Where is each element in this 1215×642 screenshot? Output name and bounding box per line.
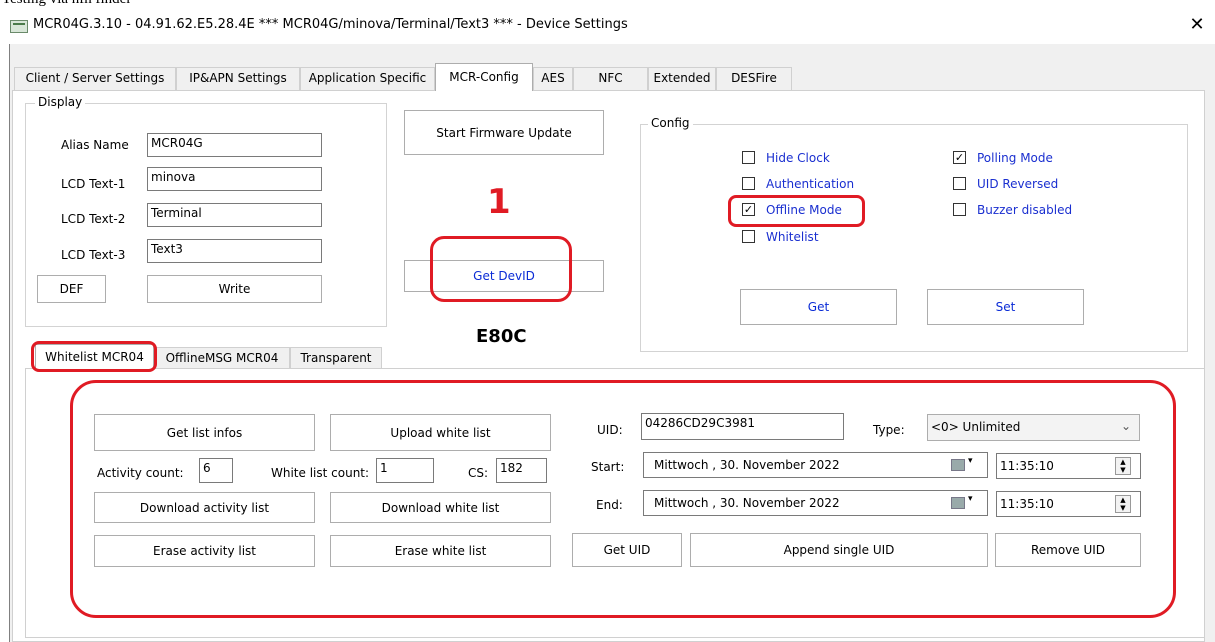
tab-offlinemsg-mcr04[interactable]: OfflineMSG MCR04 <box>154 347 290 369</box>
devid-highlight <box>430 236 572 302</box>
buzzer-disabled-checkbox[interactable] <box>953 203 966 216</box>
tab-aes[interactable]: AES <box>533 67 573 90</box>
config-group-label: Config <box>648 116 693 130</box>
uid-reversed-checkbox[interactable] <box>953 177 966 190</box>
whitelist-tab-highlight <box>31 341 157 372</box>
type-dropdown-value: <0> Unlimited <box>931 420 1021 434</box>
chevron-down-icon: ⌄ <box>1120 419 1131 433</box>
write-button[interactable]: Write <box>147 275 322 303</box>
uid-field[interactable]: 04286CD29C3981 <box>641 413 844 440</box>
type-label: Type: <box>873 423 905 437</box>
lcd-text-1-field[interactable]: minova <box>147 167 322 191</box>
whitelist-checkbox[interactable] <box>742 230 755 243</box>
dropdown-arrow-icon: ▾ <box>968 494 973 504</box>
append-single-uid-button[interactable]: Append single UID <box>690 533 988 567</box>
authentication-label: Authentication <box>766 177 855 191</box>
lcd-text-3-label: LCD Text-3 <box>61 248 126 262</box>
lcd-text-3-field[interactable]: Text3 <box>147 239 322 263</box>
start-label: Start: <box>591 460 625 474</box>
end-time-spinner-icon[interactable]: ▲ ▼ <box>1115 495 1131 513</box>
config-get-button[interactable]: Get <box>740 289 897 325</box>
polling-mode-checkbox[interactable]: ✓ <box>953 151 966 164</box>
uid-reversed-label: UID Reversed <box>977 177 1059 191</box>
authentication-checkbox[interactable] <box>742 177 755 190</box>
start-time-value: 11:35:10 <box>1000 459 1054 473</box>
polling-mode-label: Polling Mode <box>977 151 1053 165</box>
config-set-button[interactable]: Set <box>927 289 1084 325</box>
tab-application-specific[interactable]: Application Specific <box>300 67 435 90</box>
def-button[interactable]: DEF <box>37 275 106 303</box>
white-list-count-label: White list count: <box>271 466 370 480</box>
offline-mode-highlight <box>728 195 865 227</box>
get-list-infos-button[interactable]: Get list infos <box>94 414 315 451</box>
type-dropdown[interactable]: <0> Unlimited ⌄ <box>927 414 1140 441</box>
window-border <box>9 44 10 642</box>
whitelist-label: Whitelist <box>766 230 819 244</box>
window-title: MCR04G.3.10 - 04.91.62.E5.28.4E *** MCR0… <box>33 17 628 32</box>
lcd-text-1-label: LCD Text-1 <box>61 177 126 191</box>
lcd-text-2-label: LCD Text-2 <box>61 212 126 226</box>
erase-activity-list-button[interactable]: Erase activity list <box>94 535 315 567</box>
annotation-number: 1 <box>487 182 511 222</box>
app-window-icon <box>10 20 28 33</box>
tab-extended[interactable]: Extended <box>648 67 716 90</box>
uid-label: UID: <box>597 423 623 437</box>
activity-count-label: Activity count: <box>97 466 184 480</box>
cs-field[interactable]: 182 <box>496 458 547 483</box>
page-caption: Testing via nfh finder <box>2 0 131 8</box>
upload-white-list-button[interactable]: Upload white list <box>330 414 551 451</box>
dropdown-arrow-icon: ▾ <box>968 456 973 466</box>
devid-value: E80C <box>476 326 527 347</box>
start-time-spinner-icon[interactable]: ▲ ▼ <box>1115 457 1131 475</box>
lcd-text-2-field[interactable]: Terminal <box>147 203 322 227</box>
config-group <box>640 124 1188 352</box>
tab-transparent[interactable]: Transparent <box>290 347 382 369</box>
buzzer-disabled-label: Buzzer disabled <box>977 203 1073 217</box>
remove-uid-button[interactable]: Remove UID <box>995 533 1141 567</box>
download-activity-list-button[interactable]: Download activity list <box>94 492 315 523</box>
tab-ip-apn-settings[interactable]: IP&APN Settings <box>176 67 300 90</box>
tab-mcr-config[interactable]: MCR-Config <box>435 63 533 91</box>
activity-count-field[interactable]: 6 <box>199 458 233 483</box>
start-date-picker[interactable]: Mittwoch , 30. November 2022 <box>643 452 988 478</box>
alias-name-field[interactable]: MCR04G <box>147 133 322 157</box>
hide-clock-label: Hide Clock <box>766 151 830 165</box>
start-firmware-update-button[interactable]: Start Firmware Update <box>404 110 604 155</box>
end-date-value: Mittwoch , 30. November 2022 <box>654 496 840 510</box>
hide-clock-checkbox[interactable] <box>742 151 755 164</box>
tab-desfire[interactable]: DESFire <box>716 67 792 90</box>
erase-white-list-button[interactable]: Erase white list <box>330 535 551 567</box>
calendar-icon[interactable] <box>951 459 965 471</box>
white-list-count-field[interactable]: 1 <box>376 458 434 483</box>
tab-nfc[interactable]: NFC <box>573 67 648 90</box>
display-group-label: Display <box>35 95 86 109</box>
close-icon[interactable]: ✕ <box>1185 13 1209 37</box>
get-uid-button[interactable]: Get UID <box>572 533 682 567</box>
start-date-value: Mittwoch , 30. November 2022 <box>654 458 840 472</box>
end-label: End: <box>596 498 623 512</box>
alias-name-label: Alias Name <box>61 138 129 152</box>
end-date-picker[interactable]: Mittwoch , 30. November 2022 <box>643 490 988 516</box>
calendar-icon[interactable] <box>951 497 965 509</box>
tab-client-server-settings[interactable]: Client / Server Settings <box>14 67 176 90</box>
download-white-list-button[interactable]: Download white list <box>330 492 551 523</box>
end-time-value: 11:35:10 <box>1000 497 1054 511</box>
cs-label: CS: <box>468 466 489 480</box>
